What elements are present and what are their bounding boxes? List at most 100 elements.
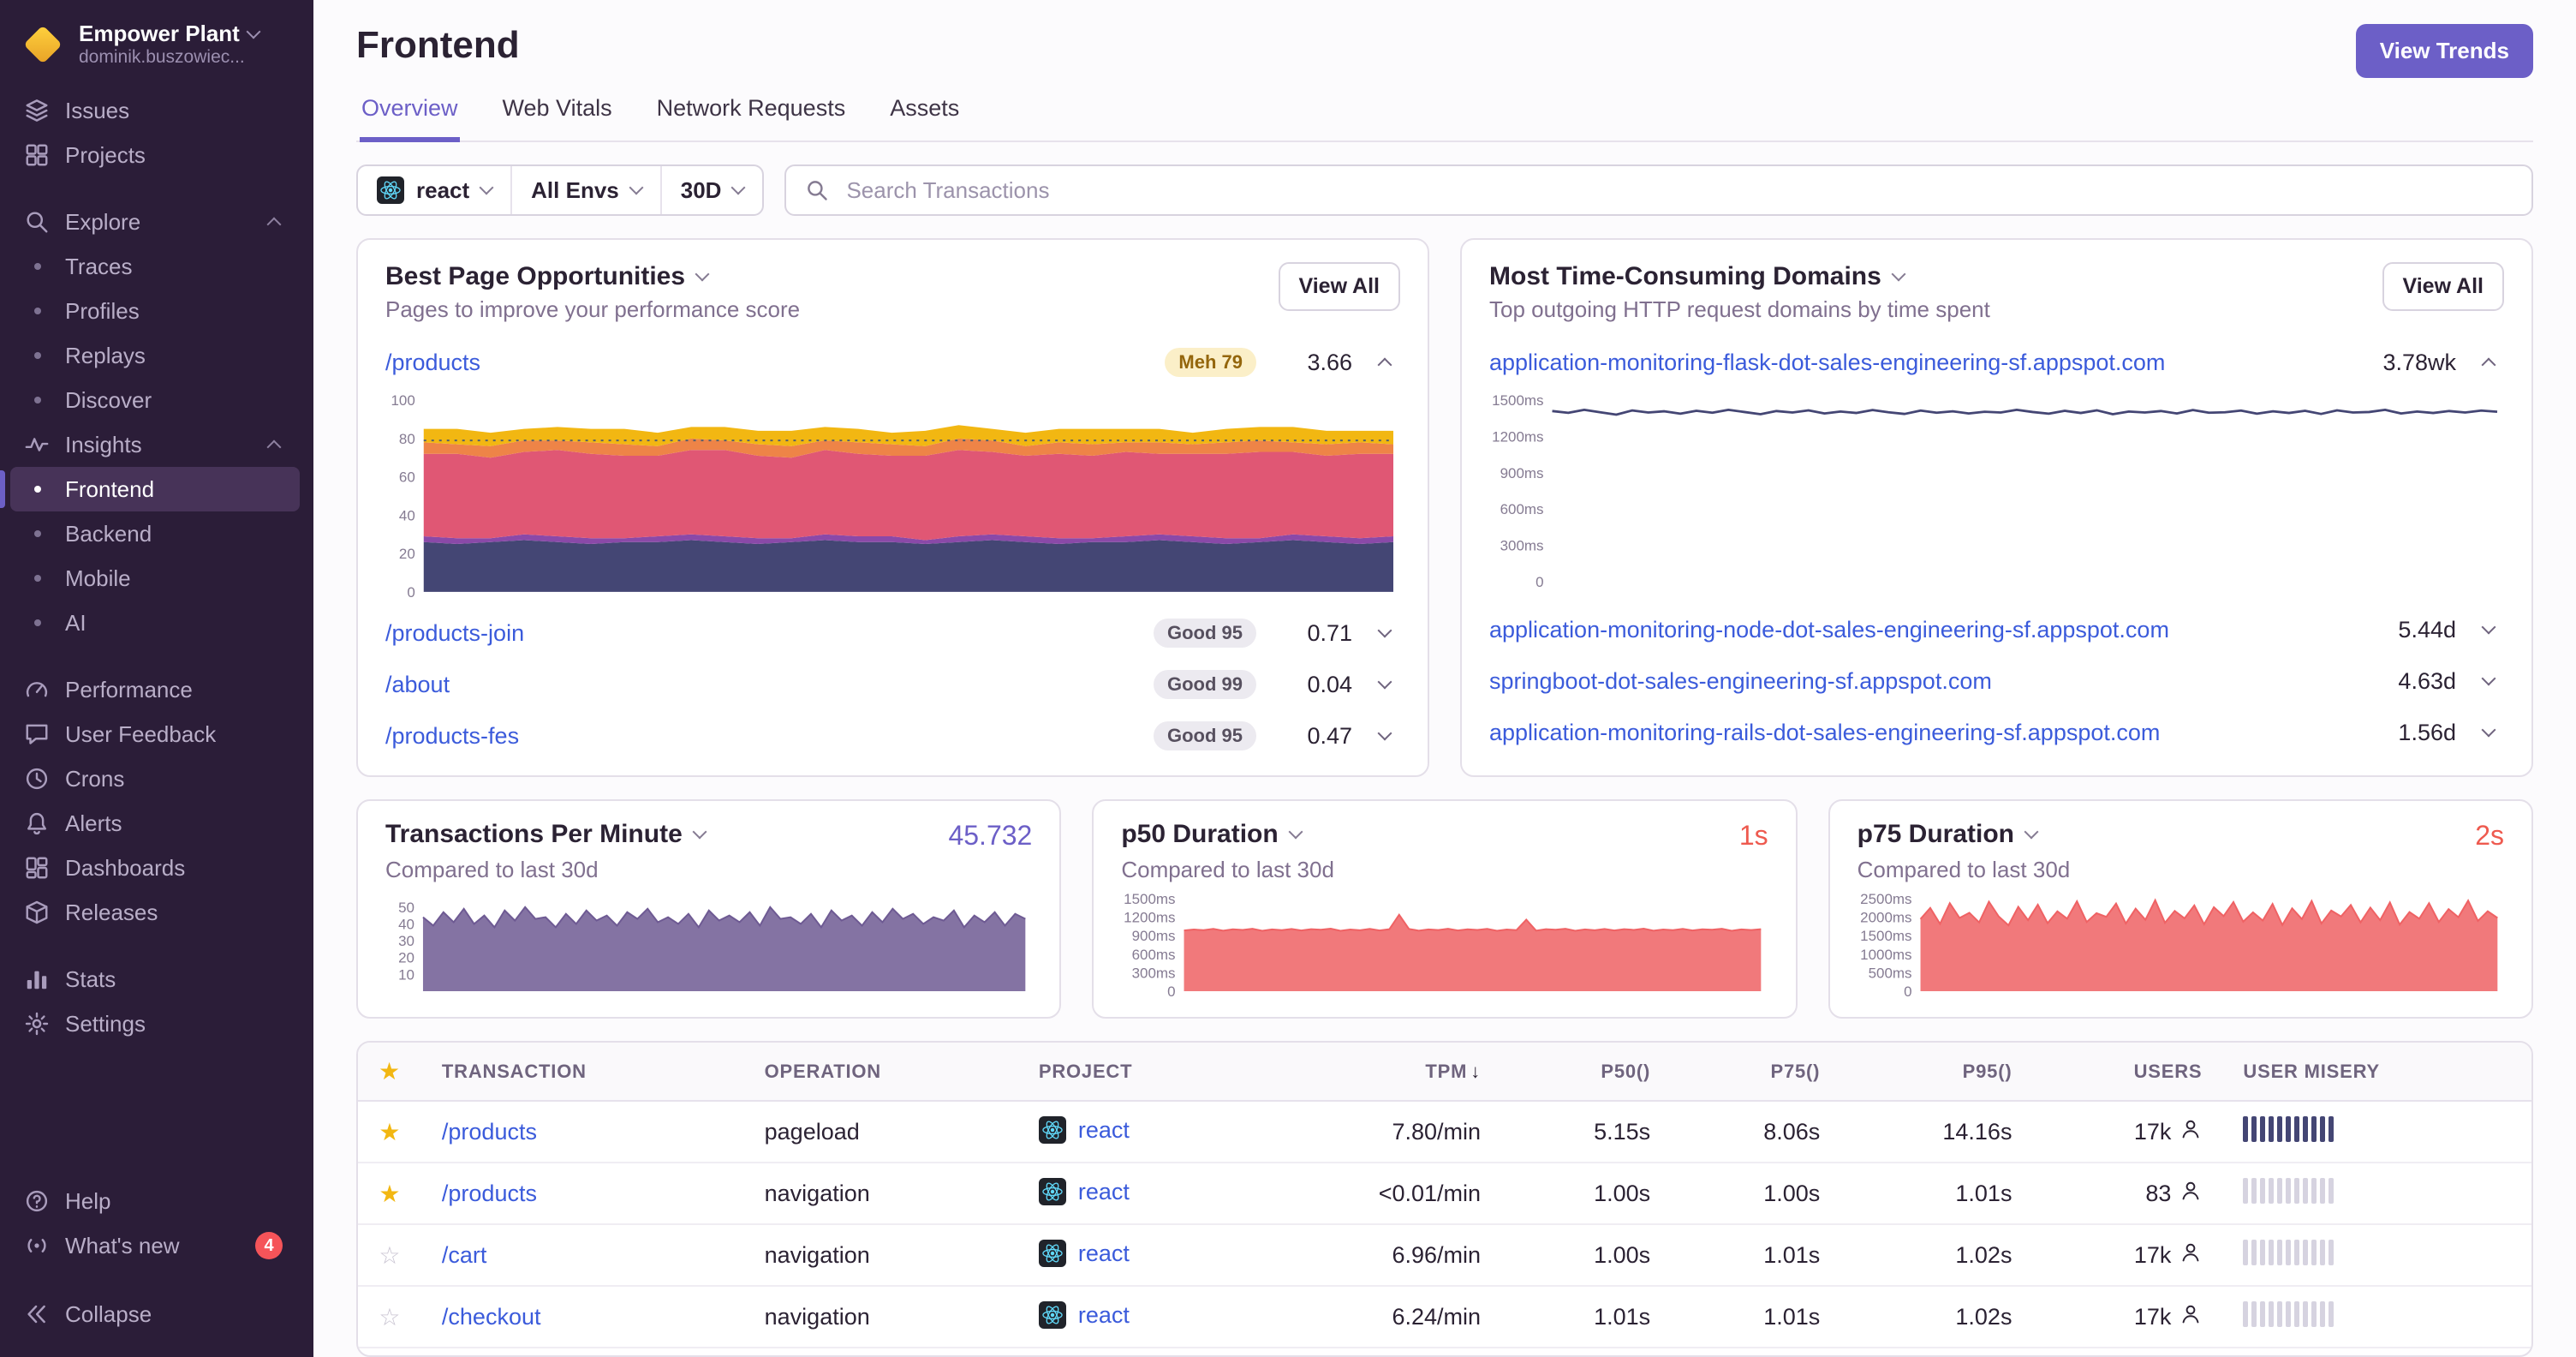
sidebar-item-projects[interactable]: Projects [10, 133, 300, 177]
column-header-users[interactable]: USERS [2032, 1043, 2223, 1102]
performance-score-badge: Good 99 [1153, 670, 1256, 699]
environment-filter[interactable]: All Envs [512, 166, 662, 214]
sidebar-item-alerts[interactable]: Alerts [10, 801, 300, 846]
opportunities-view-all-button[interactable]: View All [1278, 262, 1400, 311]
project-link[interactable]: react [1078, 1117, 1130, 1144]
main-content: Frontend View Trends Overview Web Vitals… [313, 0, 2576, 1357]
sidebar-item-user-feedback[interactable]: User Feedback [10, 712, 300, 756]
p50-cell: 1.00s [1501, 1163, 1672, 1225]
column-header-tpm[interactable]: TPM ↓ [1252, 1043, 1502, 1102]
project-link[interactable]: react [1078, 1302, 1130, 1329]
column-header-star[interactable]: ★ [358, 1043, 421, 1102]
sidebar-item-label: Explore [65, 208, 141, 235]
column-header-transaction[interactable]: TRANSACTION [420, 1043, 744, 1102]
feedback-icon [24, 721, 50, 747]
chevron-down-icon [1891, 266, 1906, 282]
sidebar-item-stats[interactable]: Stats [10, 957, 300, 1001]
expand-toggle[interactable] [2473, 671, 2504, 686]
chevron-up-icon [2481, 357, 2496, 373]
metric-title-dropdown[interactable]: p50 Duration [1121, 820, 1303, 849]
tab-overview[interactable]: Overview [360, 95, 460, 142]
expand-toggle[interactable] [1369, 674, 1400, 690]
sidebar-item-replays[interactable]: Replays [10, 333, 300, 378]
domain-link[interactable]: application-monitoring-flask-dot-sales-e… [1489, 350, 2329, 376]
transaction-link[interactable]: /products-join [385, 620, 1154, 647]
sidebar-item-profiles[interactable]: Profiles [10, 289, 300, 333]
project-filter[interactable]: react [358, 166, 513, 214]
sidebar-item-what-s-new[interactable]: What's new 4 [10, 1223, 300, 1268]
transaction-link[interactable]: /about [385, 672, 1154, 698]
star-toggle[interactable]: ★ [379, 1181, 400, 1207]
opportunities-subtitle: Pages to improve your performance score [385, 296, 801, 322]
view-trends-button[interactable]: View Trends [2355, 24, 2533, 78]
sidebar-item-dashboards[interactable]: Dashboards [10, 846, 300, 890]
metric-title: p75 Duration [1857, 820, 2015, 848]
project-link[interactable]: react [1078, 1179, 1130, 1205]
column-header-p75[interactable]: P75() [1671, 1043, 1841, 1102]
sidebar-item-discover[interactable]: Discover [10, 378, 300, 422]
sidebar-item-mobile[interactable]: Mobile [10, 556, 300, 601]
bullet-icon [34, 352, 41, 359]
tab-assets[interactable]: Assets [888, 95, 961, 140]
p50-cell: 5.15s [1501, 1101, 1672, 1163]
svg-text:30: 30 [398, 933, 414, 949]
sidebar-item-help[interactable]: Help [10, 1179, 300, 1223]
expand-toggle[interactable] [1369, 726, 1400, 741]
p50-duration-chart: 0 300ms 600ms 900ms 1200ms 1500ms [1121, 890, 1768, 1000]
org-selector[interactable]: Empower Plant dominik.buszowiec... [0, 17, 313, 88]
transaction-link[interactable]: /products-fes [385, 723, 1154, 750]
metric-title-dropdown[interactable]: p75 Duration [1857, 820, 2039, 849]
star-toggle[interactable]: ★ [379, 1119, 400, 1145]
users-cell: 83 [2145, 1180, 2202, 1208]
opportunity-row: /products-fes Good 95 0.47 [385, 710, 1400, 762]
metric-title-dropdown[interactable]: Transactions Per Minute [385, 820, 707, 849]
domain-link[interactable]: application-monitoring-node-dot-sales-en… [1489, 617, 2329, 643]
domain-row: application-monitoring-node-dot-sales-en… [1489, 604, 2504, 655]
project-link[interactable]: react [1078, 1240, 1130, 1267]
svg-text:1500ms: 1500ms [1124, 891, 1175, 907]
star-toggle[interactable]: ☆ [379, 1304, 400, 1330]
transaction-link[interactable]: /products [442, 1181, 537, 1206]
transaction-link[interactable]: /checkout [442, 1304, 541, 1330]
sidebar-item-crons[interactable]: Crons [10, 756, 300, 801]
sidebar-item-collapse[interactable]: Collapse [10, 1292, 300, 1336]
chevron-down-icon [2481, 619, 2496, 635]
domain-link[interactable]: application-monitoring-rails-dot-sales-e… [1489, 720, 2329, 746]
sidebar-item-ai[interactable]: AI [10, 601, 300, 645]
domains-title-dropdown[interactable]: Most Time-Consuming Domains [1489, 262, 1990, 291]
expand-toggle[interactable] [1369, 623, 1400, 638]
sidebar-item-settings[interactable]: Settings [10, 1001, 300, 1046]
sidebar-item-releases[interactable]: Releases [10, 890, 300, 935]
transaction-link[interactable]: /products [442, 1119, 537, 1145]
sidebar-item-label: Performance [65, 676, 193, 702]
expand-toggle[interactable] [2473, 722, 2504, 738]
opportunities-title-dropdown[interactable]: Best Page Opportunities [385, 262, 800, 291]
column-header-p95[interactable]: P95() [1840, 1043, 2033, 1102]
expand-toggle[interactable] [1369, 355, 1400, 373]
sidebar-item-traces[interactable]: Traces [10, 244, 300, 289]
sidebar-item-label: Dashboards [65, 854, 186, 881]
expand-toggle[interactable] [2473, 355, 2504, 373]
star-toggle[interactable]: ☆ [379, 1242, 400, 1269]
svg-text:900ms: 900ms [1500, 465, 1544, 481]
transaction-link[interactable]: /products [385, 350, 1165, 376]
sidebar-item-backend[interactable]: Backend [10, 511, 300, 556]
column-header-p50[interactable]: P50() [1501, 1043, 1672, 1102]
domains-view-all-button[interactable]: View All [2382, 262, 2504, 311]
time-spent-value: 5.44d [2398, 616, 2456, 643]
expand-toggle[interactable] [2473, 619, 2504, 635]
sidebar-item-issues[interactable]: Issues [10, 88, 300, 133]
sidebar-item-frontend[interactable]: Frontend [0, 467, 300, 511]
column-header-user-misery[interactable]: USER MISERY [2222, 1043, 2531, 1102]
sidebar-item-insights[interactable]: Insights [10, 422, 300, 467]
sidebar-item-performance[interactable]: Performance [10, 667, 300, 712]
search-input[interactable] [843, 175, 2513, 206]
transaction-link[interactable]: /cart [442, 1242, 487, 1268]
column-header-operation[interactable]: OPERATION [743, 1043, 1018, 1102]
date-range-filter[interactable]: 30D [662, 166, 763, 214]
tab-web-vitals[interactable]: Web Vitals [501, 95, 614, 140]
tab-network-requests[interactable]: Network Requests [655, 95, 848, 140]
sidebar-item-explore[interactable]: Explore [10, 200, 300, 244]
domain-link[interactable]: springboot-dot-sales-engineering-sf.apps… [1489, 668, 2329, 695]
column-header-project[interactable]: PROJECT [1017, 1043, 1253, 1102]
